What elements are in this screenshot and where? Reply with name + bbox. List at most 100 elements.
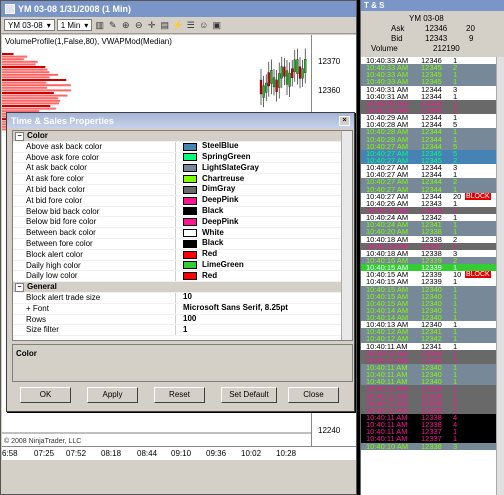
category-0[interactable]: − Color [13,131,352,142]
color-swatch [183,218,197,227]
property-value[interactable]: Black [176,206,352,217]
property-row[interactable]: At ask back color LightSlateGray [13,163,352,175]
chart-title: YM 03-08 1/31/2008 (1 Min) [18,4,132,14]
bid-size: 9 [469,34,474,43]
interval-dropdown[interactable]: 1 Min ▾ [56,19,93,31]
block-alert-badge: BLOCK [465,192,491,200]
property-row[interactable]: At bid back color DimGray [13,184,352,196]
instrument-dropdown[interactable]: YM 03-08 ▾ [4,19,55,31]
category-1[interactable]: − General [13,282,352,293]
zoom-out-icon[interactable]: ⊖ [133,20,144,31]
ts-title-bar[interactable]: T & S [361,0,504,11]
volume-profile-bar [2,60,38,63]
ts-scrollbar[interactable] [496,57,504,495]
property-row[interactable]: At bid fore color DeepPink [13,195,352,207]
volume-profile-bar [2,68,48,71]
property-value[interactable]: Microsoft Sans Serif, 8.25pt [176,303,352,314]
volume-profile-bar [2,63,36,66]
property-value[interactable]: DeepPink [176,195,352,206]
indicators-icon[interactable]: ▤ [159,20,170,31]
property-row[interactable]: Between back color White [13,228,352,239]
color-swatch [183,250,197,259]
collapse-toggle-icon[interactable]: − [15,132,24,141]
color-swatch [183,261,197,270]
trade-row[interactable]: 10:40:10 AM 12338 3 [361,442,497,450]
volume-profile-bar [2,79,67,81]
property-row[interactable]: Block alert trade size 10 [13,292,352,304]
volume-profile-bar [2,66,46,68]
ask-price: 12346 [425,24,448,33]
candle-body [285,70,289,85]
expand-icon[interactable]: + [26,304,31,313]
property-row[interactable]: Below bid back color Black [13,206,352,218]
properties-icon[interactable]: ☰ [185,20,196,31]
time-label: 07:52 [66,449,87,458]
crosshair-icon[interactable]: ✛ [146,20,157,31]
property-name: At ask fore color [13,174,176,184]
property-value[interactable]: SteelBlue [176,141,352,152]
time-sales-properties-dialog: Time & Sales Properties × − Color Above as… [6,112,355,412]
candlesticks [259,48,307,108]
property-row[interactable]: Above ask back color SteelBlue [13,141,352,153]
close-button[interactable]: Close [288,387,339,403]
color-swatch [183,272,197,281]
property-row[interactable]: Daily high color LimeGreen [13,260,352,272]
property-row[interactable]: Above ask fore color SpringGreen [13,152,352,164]
chart-title-bar[interactable]: YM 03-08 1/31/2008 (1 Min) [1,1,356,17]
property-grid: − Color Above ask back color SteelBlue Above… [12,130,353,341]
zoom-in-icon[interactable]: ⊕ [120,20,131,31]
property-row[interactable]: At ask fore color Chartreuse [13,174,352,185]
property-row[interactable]: Size filter 1 [13,325,352,337]
property-name: Above ask fore color [13,152,176,163]
candle-body [280,66,283,79]
property-value[interactable]: 100 [176,314,352,325]
property-value[interactable]: DimGray [176,184,352,195]
property-row[interactable]: Rows 100 [13,314,352,326]
price-label: 12240 [318,426,341,435]
apply-button[interactable]: Apply [87,387,138,403]
collapse-toggle-icon[interactable]: − [15,283,24,293]
grid-scrollbar[interactable] [341,131,352,340]
pencil-icon[interactable]: ✎ [107,20,118,31]
property-value[interactable]: SpringGreen [176,152,352,163]
ok-button[interactable]: OK [20,387,71,403]
bid-label: Bid [391,34,403,43]
property-row[interactable]: Block alert color Red [13,249,352,261]
description-panel: Color [12,344,353,382]
property-row[interactable]: Daily low color Red [13,271,352,283]
time-axis[interactable]: 6:58 07:25 07:52 08:18 08:44 09:10 09:36… [2,446,356,460]
property-value[interactable]: Red [176,271,352,282]
property-row[interactable]: Below bid fore color DeepPink [13,217,352,229]
property-row[interactable]: Between fore color Black [13,238,352,250]
property-value[interactable]: Black [176,238,352,249]
property-value[interactable]: Chartreuse [176,174,352,184]
reset-button[interactable]: Reset [154,387,205,403]
property-value[interactable]: White [176,228,352,238]
strategy-icon[interactable]: ⚡ [172,20,183,31]
volume-profile-bar [2,102,59,105]
property-value[interactable]: 1 [176,325,352,336]
smiley-icon[interactable]: ☺ [198,20,209,31]
property-name: Below bid fore color [13,217,176,228]
volume-profile-bar [2,99,61,102]
candle-body [301,68,304,79]
set-default-button[interactable]: Set Default [221,387,277,403]
volume-value: 212190 [433,44,460,53]
bid-price: 12343 [425,34,448,43]
property-value[interactable]: 10 [176,292,352,303]
candle-body [272,77,276,88]
property-name: Between fore color [13,238,176,249]
property-name: + Font [13,303,176,314]
property-value[interactable]: Red [176,249,352,260]
description-title: Color [16,349,37,358]
property-row[interactable]: + Font Microsoft Sans Serif, 8.25pt [13,303,352,315]
property-value[interactable]: DeepPink [176,217,352,228]
property-value[interactable]: LightSlateGray [176,163,352,174]
ts-title: T & S [364,1,385,10]
data-box-icon[interactable]: ▣ [211,20,222,31]
bar-chart-icon[interactable]: ▥ [94,20,105,31]
property-value[interactable]: LimeGreen [176,260,352,271]
volume-label: Volume [371,44,398,53]
close-icon[interactable]: × [339,115,350,126]
dialog-title-bar[interactable]: Time & Sales Properties × [7,113,354,128]
